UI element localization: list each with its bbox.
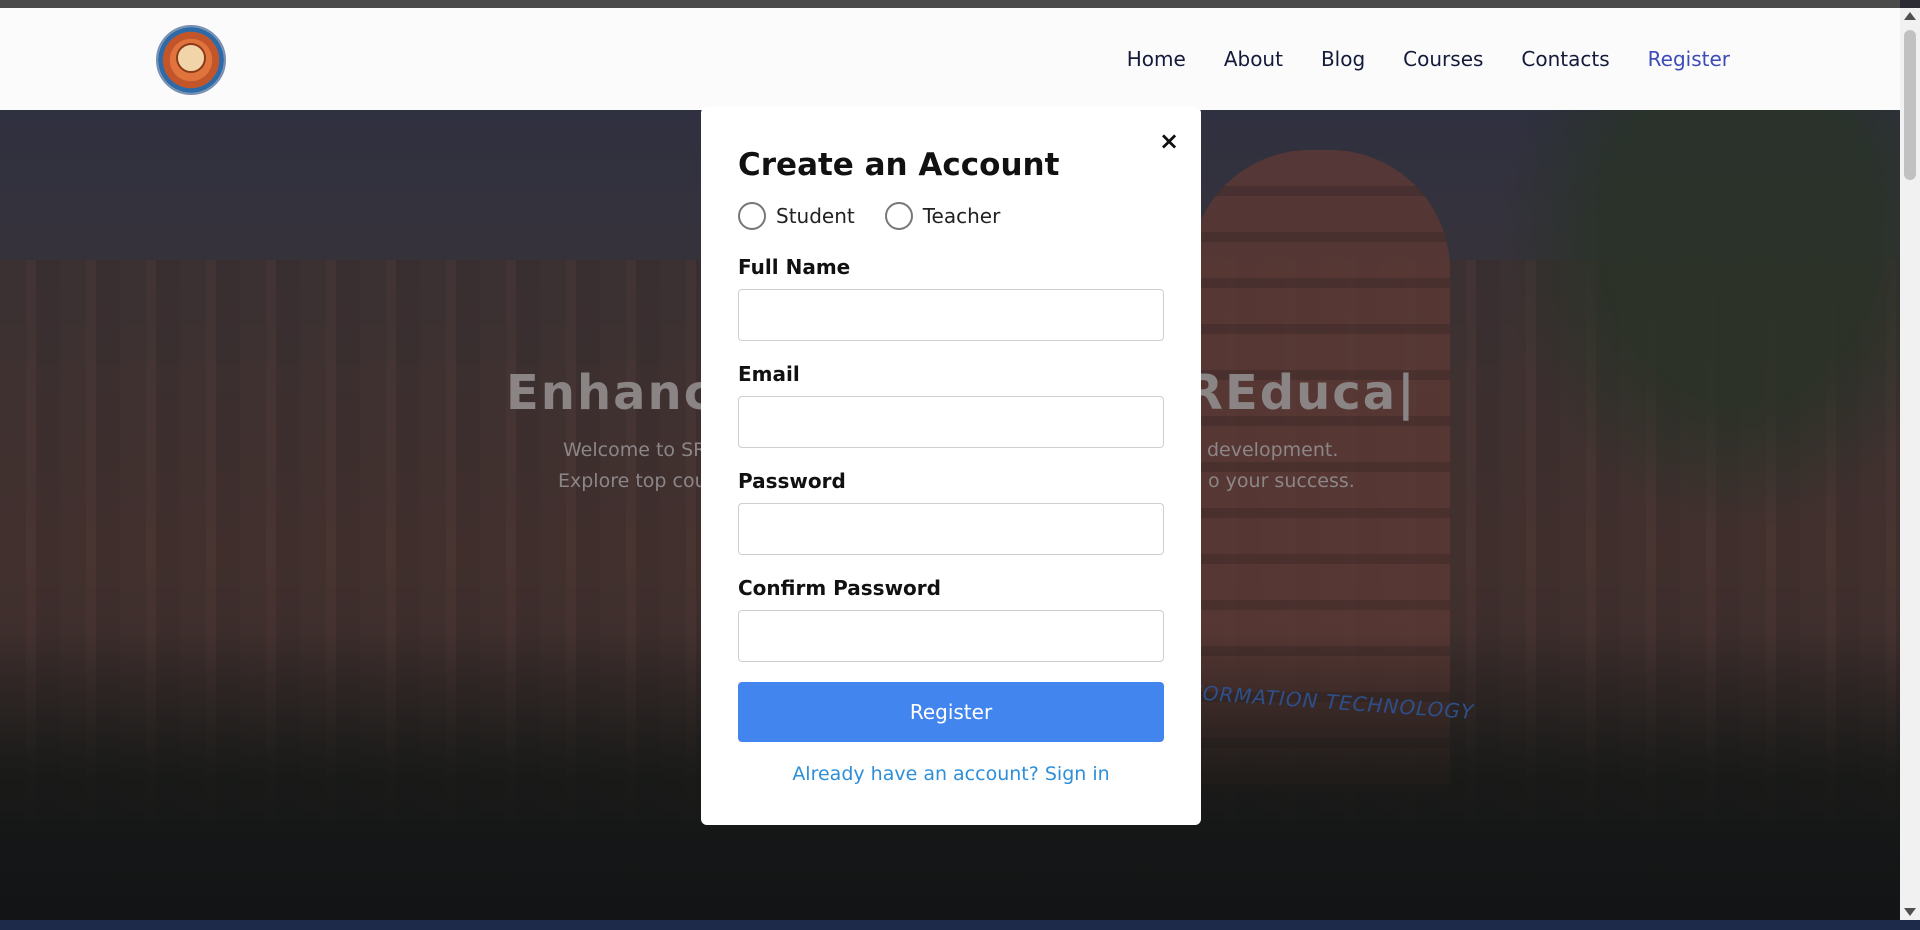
teacher-radio[interactable] — [884, 202, 913, 230]
nav-item-register[interactable]: Register — [1648, 47, 1730, 71]
role-selector: Student Teacher — [738, 202, 1000, 230]
email-input[interactable] — [738, 396, 1164, 448]
hero-sub-line1-left: Welcome to SR — [563, 439, 707, 461]
hero-palm-image — [1500, 110, 1900, 530]
register-button[interactable]: Register — [738, 682, 1164, 742]
scroll-up-arrow-icon[interactable] — [1904, 12, 1916, 20]
student-radio[interactable] — [738, 202, 766, 230]
navbar: Home About Blog Courses Contacts Registe… — [0, 8, 1900, 110]
top-strip — [0, 0, 1900, 8]
confirm-password-input[interactable] — [738, 610, 1164, 662]
role-student[interactable]: Student — [738, 202, 855, 230]
nav-item-about[interactable]: About — [1224, 47, 1283, 71]
close-icon[interactable]: × — [1157, 129, 1181, 153]
scroll-down-arrow-icon[interactable] — [1904, 908, 1916, 916]
taskbar-strip — [0, 920, 1920, 930]
logo-emblem — [176, 43, 206, 73]
hero-title-right: REduca| — [1186, 365, 1417, 421]
page-scrollbar[interactable] — [1900, 8, 1920, 920]
scroll-thumb[interactable] — [1904, 30, 1916, 180]
student-label: Student — [776, 204, 855, 228]
hero-sub-line1-right: development. — [1207, 439, 1339, 461]
hero-sub-line2-right: o your success. — [1208, 470, 1355, 492]
full-name-input[interactable] — [738, 289, 1164, 341]
register-modal: × Create an Account Student Teacher Full… — [701, 107, 1201, 825]
logo[interactable] — [156, 25, 226, 95]
teacher-label: Teacher — [922, 204, 1001, 228]
nav-item-home[interactable]: Home — [1127, 47, 1186, 71]
password-label: Password — [738, 469, 846, 493]
hero-sub-line2-left: Explore top cou — [558, 470, 707, 492]
signin-link[interactable]: Already have an account? Sign in — [701, 763, 1201, 785]
confirm-password-label: Confirm Password — [738, 576, 941, 600]
nav-item-contacts[interactable]: Contacts — [1521, 47, 1609, 71]
nav-item-blog[interactable]: Blog — [1321, 47, 1365, 71]
modal-title: Create an Account — [738, 147, 1060, 183]
main-nav: Home About Blog Courses Contacts Registe… — [1127, 8, 1730, 110]
full-name-label: Full Name — [738, 255, 851, 279]
role-teacher[interactable]: Teacher — [884, 202, 1001, 230]
nav-item-courses[interactable]: Courses — [1403, 47, 1483, 71]
email-label: Email — [738, 362, 800, 386]
password-input[interactable] — [738, 503, 1164, 555]
